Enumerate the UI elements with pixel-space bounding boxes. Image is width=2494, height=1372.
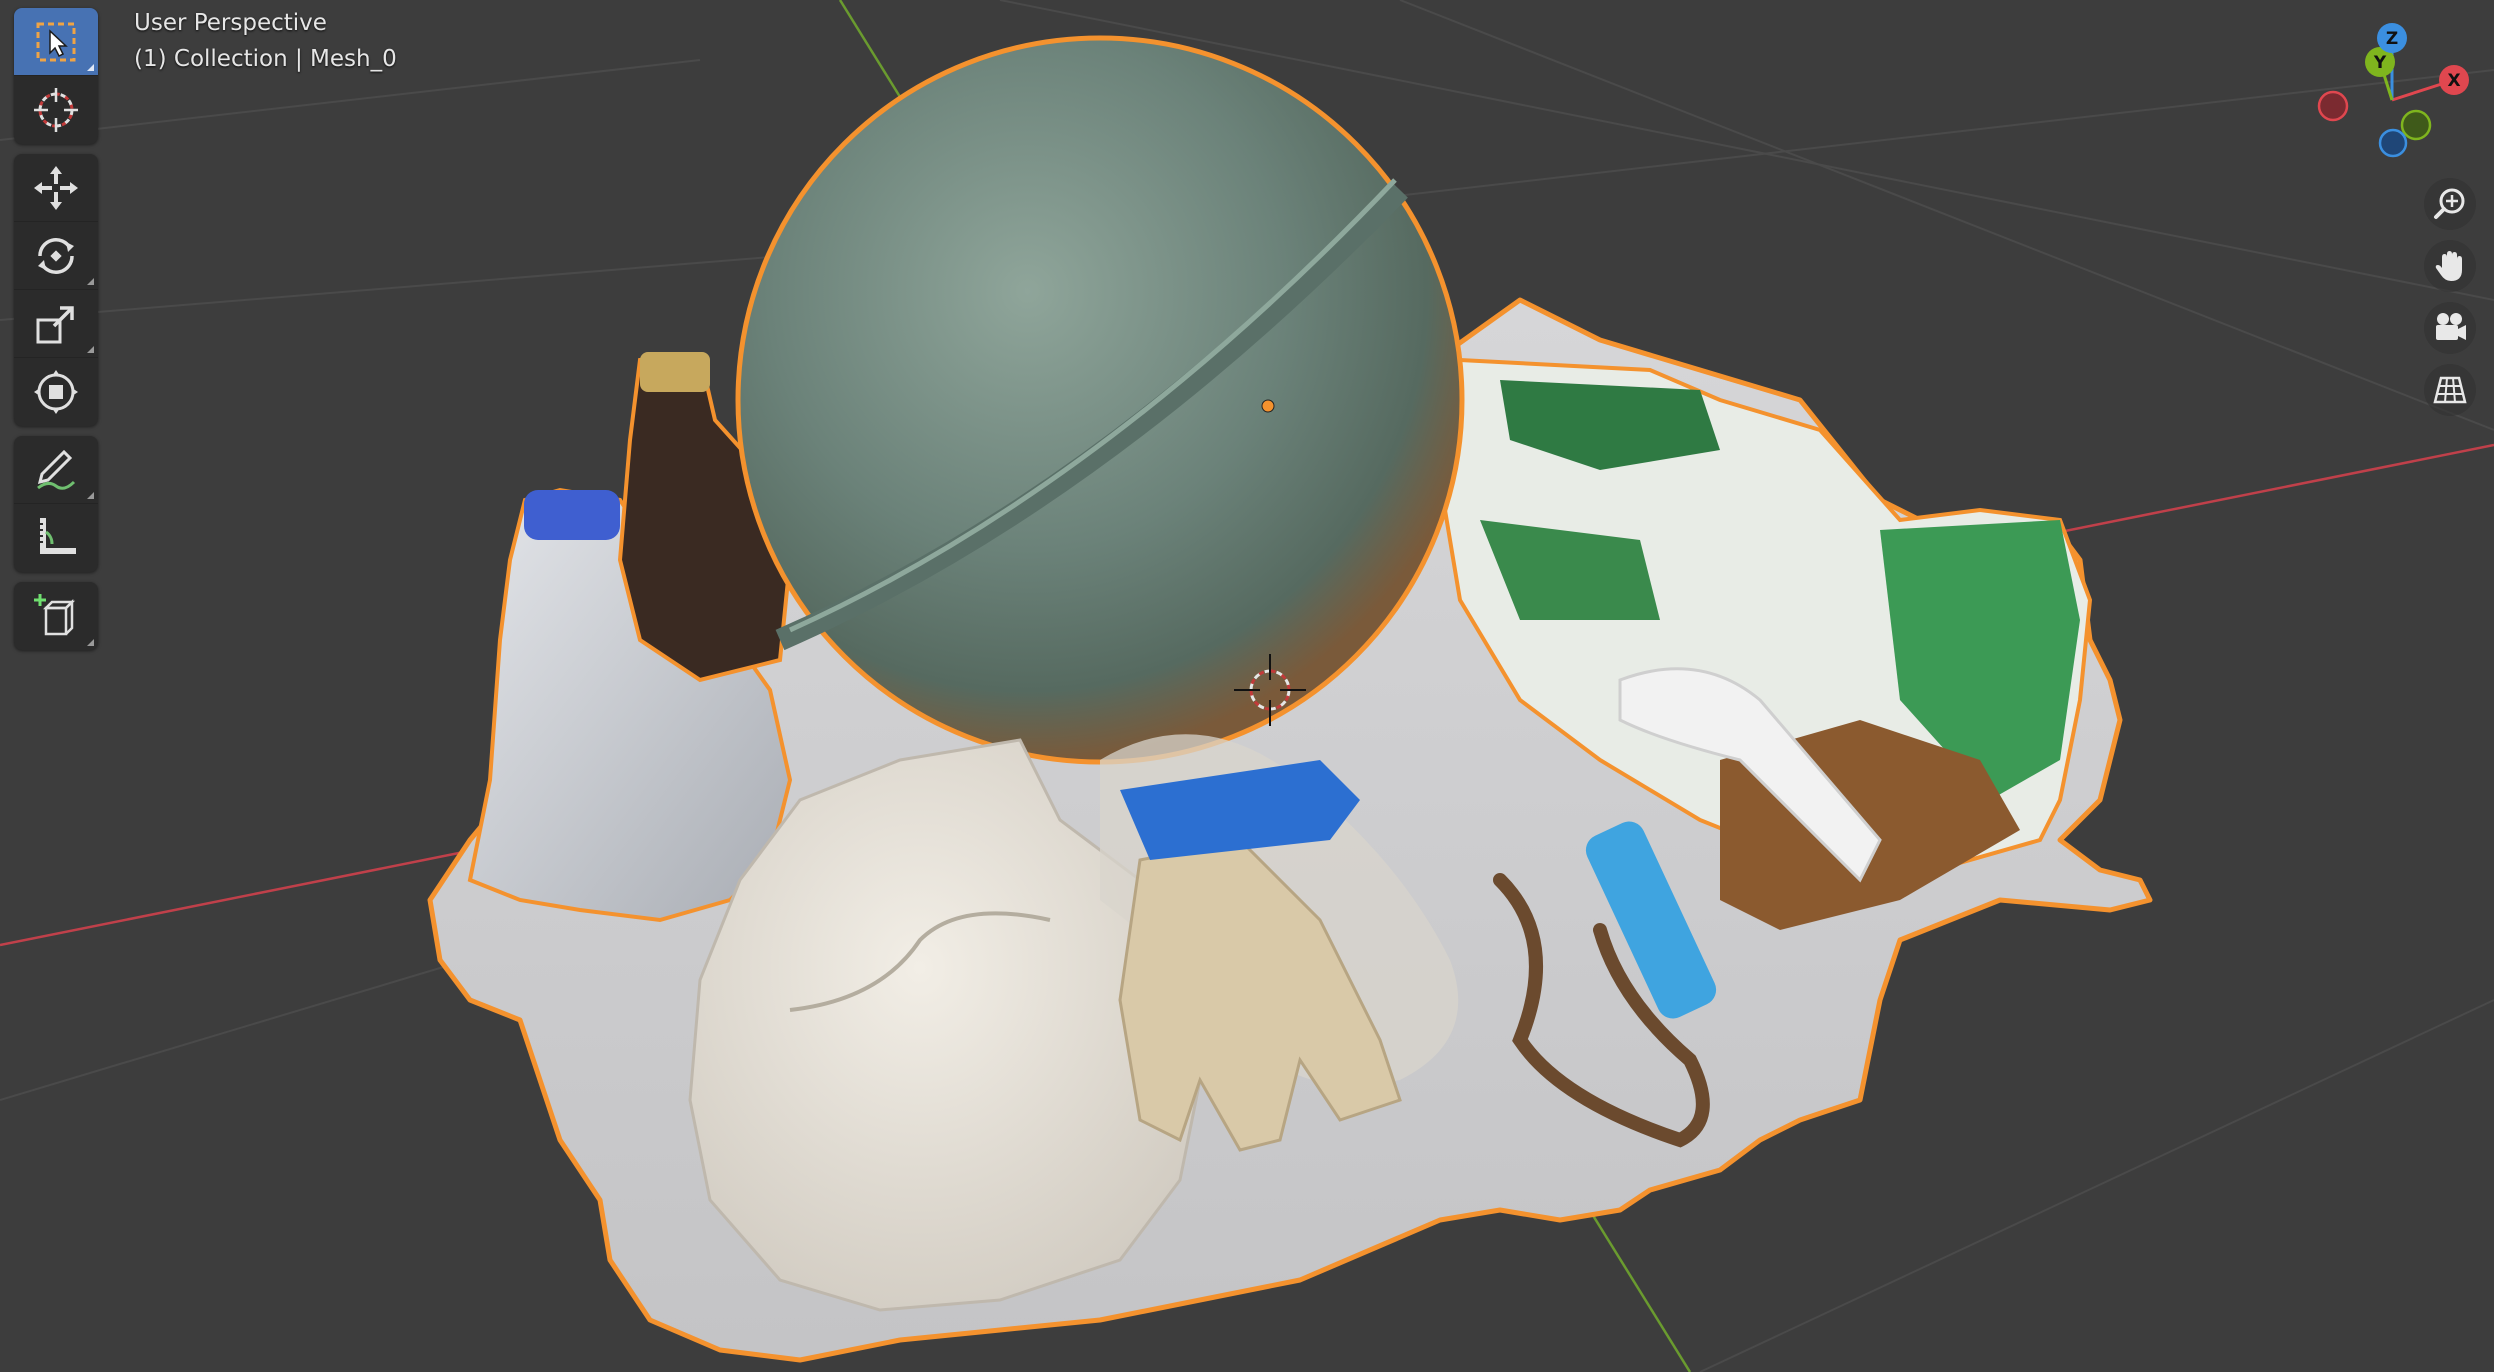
rotate-tool[interactable] [14, 222, 98, 290]
gizmo-neg-x[interactable] [2317, 90, 2349, 122]
camera-button[interactable] [2424, 302, 2476, 354]
zoom-button[interactable] [2424, 178, 2476, 230]
transform-icon [34, 370, 78, 414]
gizmo-x-axis[interactable]: X [2439, 65, 2469, 95]
3d-viewport[interactable]: User Perspective (1) Collection | Mesh_0 [0, 0, 2494, 1372]
rotate-icon [38, 237, 74, 274]
grid-icon [2433, 376, 2467, 404]
hand-icon [2435, 251, 2462, 281]
bottle-cap-label [640, 352, 710, 392]
measure-tool[interactable] [14, 504, 98, 572]
add-cube-tool[interactable] [14, 582, 98, 650]
mesh-object[interactable] [427, 35, 2153, 1363]
navigation-buttons [2424, 178, 2476, 426]
gizmo-neg-y[interactable] [2400, 109, 2432, 141]
cursor-tool[interactable] [14, 76, 98, 144]
ortho-toggle-button[interactable] [2424, 364, 2476, 416]
svg-text:Z: Z [2386, 29, 2398, 49]
select-box-icon [36, 22, 76, 61]
blue-bottle-cap [524, 490, 620, 540]
move-icon [34, 165, 78, 210]
gizmo-z-axis[interactable]: Z [2377, 23, 2407, 53]
gizmo-neg-z[interactable] [2378, 128, 2408, 158]
add-cube-icon [34, 594, 76, 636]
navigation-gizmo[interactable]: X Y Z [2300, 18, 2490, 168]
object-origin [1261, 399, 1275, 413]
annotate-tool[interactable] [14, 436, 98, 504]
cursor-icon [34, 88, 78, 132]
tool-shelf [14, 8, 98, 660]
svg-text:Y: Y [2373, 53, 2387, 73]
tool-group-transform [14, 154, 98, 426]
scale-tool[interactable] [14, 290, 98, 358]
svg-text:X: X [2447, 71, 2460, 91]
buoy-sphere [735, 35, 1465, 765]
viewport-canvas[interactable] [0, 0, 2494, 1372]
zoom-in-icon [2434, 188, 2465, 219]
pan-button[interactable] [2424, 240, 2476, 292]
tool-group-select [14, 8, 98, 144]
measure-icon [40, 518, 76, 554]
camera-icon [2436, 313, 2466, 340]
tool-group-annotate [14, 436, 98, 572]
collection-info: (1) Collection | Mesh_0 [134, 46, 397, 72]
view-name: User Perspective [134, 10, 327, 36]
transform-tool[interactable] [14, 358, 98, 426]
tool-group-add [14, 582, 98, 650]
select-box-tool[interactable] [14, 8, 98, 76]
move-tool[interactable] [14, 154, 98, 222]
scale-icon [36, 305, 74, 343]
annotate-icon [37, 449, 76, 490]
